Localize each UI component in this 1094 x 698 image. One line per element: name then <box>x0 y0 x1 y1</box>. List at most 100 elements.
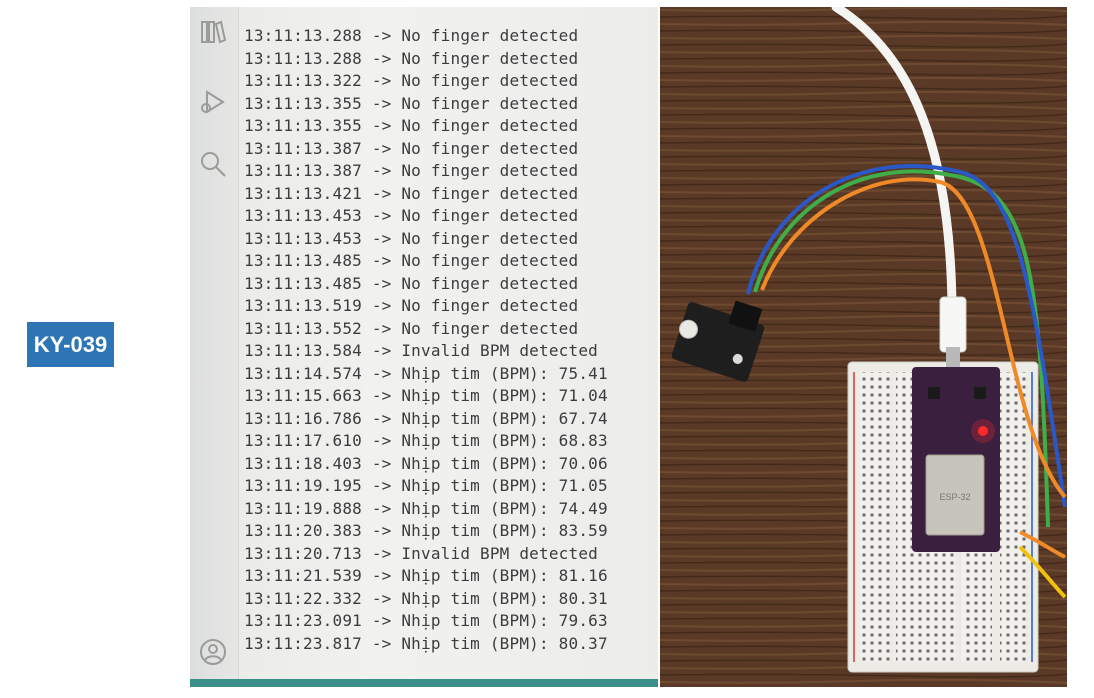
log-message: No finger detected <box>401 206 579 225</box>
log-line: 13:11:21.539 -> Nhịp tim (BPM): 81.16 <box>244 565 608 588</box>
log-timestamp: 13:11:13.485 <box>244 251 362 270</box>
log-line: 13:11:23.817 -> Nhịp tim (BPM): 80.37 <box>244 633 608 656</box>
log-message: Invalid BPM detected <box>401 341 598 360</box>
log-line: 13:11:13.288 -> No finger detected <box>244 48 608 71</box>
log-arrow: -> <box>362 183 402 203</box>
log-timestamp: 13:11:13.584 <box>244 341 362 360</box>
log-line: 13:11:14.574 -> Nhịp tim (BPM): 75.41 <box>244 363 608 386</box>
log-line: 13:11:13.387 -> No finger detected <box>244 160 608 183</box>
log-timestamp: 13:11:23.817 <box>244 633 362 653</box>
log-arrow: -> <box>362 318 402 338</box>
log-message: Nhịp tim (BPM): 71.04 <box>401 386 608 405</box>
status-bar <box>190 679 658 687</box>
log-message: Nhịp tim (BPM): 75.41 <box>401 363 608 383</box>
log-message: No finger detected <box>401 228 579 248</box>
breadboard-holes-left <box>860 372 890 662</box>
log-timestamp: 13:11:13.552 <box>244 318 362 338</box>
log-message: No finger detected <box>401 318 579 338</box>
log-message: No finger detected <box>401 273 579 293</box>
log-message: Nhịp tim (BPM): 71.05 <box>401 476 608 495</box>
log-arrow: -> <box>362 26 402 45</box>
log-message: No finger detected <box>401 161 579 180</box>
log-line: 13:11:20.713 -> Invalid BPM detected <box>244 543 608 566</box>
log-line: 13:11:23.091 -> Nhịp tim (BPM): 79.63 <box>244 610 608 633</box>
breadboard-holes-rail <box>1000 372 1026 662</box>
log-arrow: -> <box>362 251 402 270</box>
log-timestamp: 13:11:13.485 <box>244 273 362 293</box>
log-message: Invalid BPM detected <box>401 543 598 563</box>
ide-sidebar <box>190 7 239 687</box>
log-timestamp: 13:11:19.888 <box>244 498 362 518</box>
log-message: Nhịp tim (BPM): 80.37 <box>401 633 608 653</box>
usb-c-plug <box>939 296 967 353</box>
log-line: 13:11:13.453 -> No finger detected <box>244 205 608 228</box>
serial-output-log: 13:11:13.288 -> No finger detected 13:11:… <box>244 25 608 655</box>
log-arrow: -> <box>362 633 402 653</box>
log-line: 13:11:13.584 -> Invalid BPM detected <box>244 340 608 363</box>
log-timestamp: 13:11:13.387 <box>244 161 362 180</box>
log-arrow: -> <box>362 386 402 405</box>
boot-button <box>928 387 940 399</box>
log-timestamp: 13:11:13.322 <box>244 71 362 90</box>
log-message: No finger detected <box>401 251 579 270</box>
account-icon[interactable] <box>198 637 228 667</box>
log-message: No finger detected <box>401 183 579 203</box>
log-arrow: -> <box>362 476 402 495</box>
ky-039-label-text: KY-039 <box>33 331 108 357</box>
log-arrow: -> <box>362 116 402 135</box>
log-line: 13:11:13.387 -> No finger detected <box>244 138 608 161</box>
library-icon[interactable] <box>198 17 228 47</box>
log-timestamp: 13:11:21.539 <box>244 566 362 585</box>
log-arrow: -> <box>362 71 402 90</box>
log-message: Nhịp tim (BPM): 80.31 <box>401 588 608 608</box>
log-line: 13:11:22.332 -> Nhịp tim (BPM): 80.31 <box>244 588 608 611</box>
log-timestamp: 13:11:15.663 <box>244 386 362 405</box>
log-arrow: -> <box>362 296 402 315</box>
log-timestamp: 13:11:13.519 <box>244 296 362 315</box>
log-line: 13:11:13.485 -> No finger detected <box>244 250 608 273</box>
search-icon[interactable] <box>198 149 228 179</box>
log-timestamp: 13:11:20.713 <box>244 543 362 563</box>
log-timestamp: 13:11:14.574 <box>244 363 362 383</box>
log-timestamp: 13:11:19.195 <box>244 476 362 495</box>
log-arrow: -> <box>362 408 402 428</box>
log-line: 13:11:17.610 -> Nhịp tim (BPM): 68.83 <box>244 430 608 453</box>
log-arrow: -> <box>362 521 402 540</box>
log-line: 13:11:18.403 -> Nhịp tim (BPM): 70.06 <box>244 453 608 476</box>
log-message: Nhịp tim (BPM): 74.49 <box>401 498 608 518</box>
log-message: Nhịp tim (BPM): 67.74 <box>401 408 608 428</box>
log-message: No finger detected <box>401 116 579 135</box>
log-timestamp: 13:11:13.355 <box>244 93 362 113</box>
ky-039-label: KY-039 <box>27 322 114 367</box>
log-arrow: -> <box>362 48 402 68</box>
log-arrow: -> <box>362 363 402 383</box>
log-timestamp: 13:11:13.453 <box>244 206 362 225</box>
log-line: 13:11:20.383 -> Nhịp tim (BPM): 83.59 <box>244 520 608 543</box>
log-message: Nhịp tim (BPM): 81.16 <box>401 566 608 585</box>
log-arrow: -> <box>362 206 402 225</box>
log-line: 13:11:13.322 -> No finger detected <box>244 70 608 93</box>
usb-c-connector <box>946 347 960 367</box>
log-message: Nhịp tim (BPM): 70.06 <box>401 453 608 473</box>
log-message: No finger detected <box>401 48 579 68</box>
led-glow <box>971 419 995 443</box>
debug-icon[interactable] <box>198 87 228 117</box>
log-timestamp: 13:11:13.355 <box>244 116 362 135</box>
log-timestamp: 13:11:13.288 <box>244 26 362 45</box>
log-timestamp: 13:11:13.288 <box>244 48 362 68</box>
circuit-photo: ESP-32 <box>660 7 1067 687</box>
log-line: 13:11:13.355 -> No finger detected <box>244 93 608 116</box>
log-message: No finger detected <box>401 71 579 90</box>
log-arrow: -> <box>362 341 402 360</box>
log-message: Nhịp tim (BPM): 79.63 <box>401 611 608 630</box>
log-arrow: -> <box>362 228 402 248</box>
log-line: 13:11:16.786 -> Nhịp tim (BPM): 67.74 <box>244 408 608 431</box>
reset-button <box>974 387 986 399</box>
log-line: 13:11:13.421 -> No finger detected <box>244 183 608 206</box>
log-line: 13:11:13.552 -> No finger detected <box>244 318 608 341</box>
log-arrow: -> <box>362 588 402 608</box>
log-message: Nhịp tim (BPM): 83.59 <box>401 521 608 540</box>
log-timestamp: 13:11:22.332 <box>244 588 362 608</box>
log-message: No finger detected <box>401 93 579 113</box>
log-timestamp: 13:11:13.387 <box>244 138 362 158</box>
